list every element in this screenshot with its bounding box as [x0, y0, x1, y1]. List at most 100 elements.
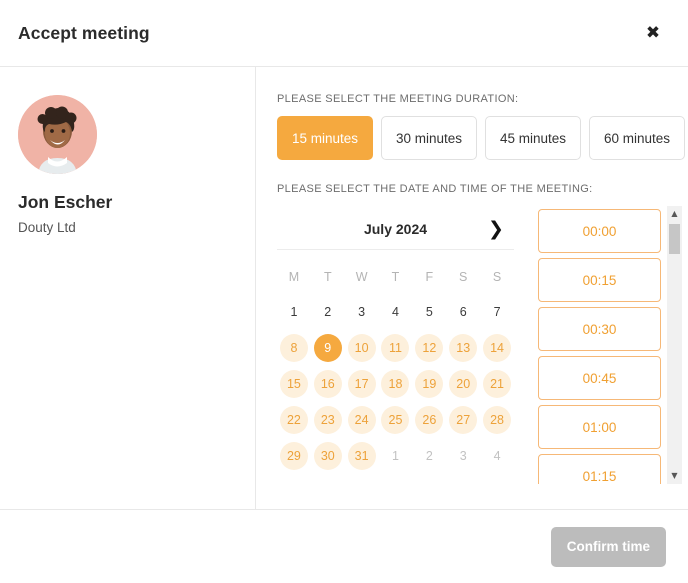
time-slot[interactable]: 00:30: [538, 307, 661, 351]
calendar-day-label: 24: [347, 406, 376, 434]
scrollbar-thumb[interactable]: [669, 224, 680, 254]
calendar-weekday: S: [492, 270, 502, 284]
profile-name: Jon Escher: [18, 192, 113, 212]
calendar-day: 3: [345, 296, 379, 328]
calendar-day-label: 7: [493, 305, 501, 319]
calendar-grid: M T W T F S S 1 2 3 4 5 6 7 8 9 10 11 12 13 14 15 16 17 18 19 20 21…: [277, 262, 514, 472]
calendar-day[interactable]: 19: [412, 368, 446, 400]
calendar-day-label: 2: [324, 305, 332, 319]
calendar-day-label: 25: [381, 406, 410, 434]
calendar-day: 5: [412, 296, 446, 328]
time-slot-list[interactable]: 00:00 00:15 00:30 00:45 01:00 01:15: [532, 206, 667, 484]
profile-company: Douty Ltd: [18, 220, 76, 235]
calendar-day[interactable]: 21: [480, 368, 514, 400]
calendar-day-label: 3: [459, 449, 467, 463]
calendar-day[interactable]: 16: [311, 368, 345, 400]
calendar-day[interactable]: 29: [277, 440, 311, 472]
calendar-day[interactable]: 17: [345, 368, 379, 400]
calendar-day-label: 14: [483, 334, 512, 362]
close-icon[interactable]: ✖: [640, 20, 666, 46]
calendar-day-label: 5: [425, 305, 433, 319]
picker-row: July 2024 ❯ M T W T F S S 1 2 3 4 5 6 7 8 9 10 11 12 13 14 15…: [277, 206, 688, 484]
calendar-day[interactable]: 22: [277, 404, 311, 436]
calendar-day[interactable]: 24: [345, 404, 379, 436]
calendar-day-label: 3: [358, 305, 366, 319]
calendar-day: 1: [277, 296, 311, 328]
time-list-scrollbar[interactable]: ▲ ▼: [667, 206, 682, 484]
duration-option-15[interactable]: 15 minutes: [277, 116, 373, 160]
calendar-day[interactable]: 14: [480, 332, 514, 364]
calendar-day-label: 10: [347, 334, 376, 362]
calendar-day-label: 1: [290, 305, 298, 319]
calendar-day-label: 20: [449, 370, 478, 398]
time-slot[interactable]: 00:15: [538, 258, 661, 302]
calendar: July 2024 ❯ M T W T F S S 1 2 3 4 5 6 7 8 9 10 11 12 13 14 15…: [277, 206, 514, 472]
calendar-day: 7: [480, 296, 514, 328]
scroll-up-arrow-icon[interactable]: ▲: [667, 206, 682, 222]
duration-label: PLEASE SELECT THE MEETING DURATION:: [277, 93, 519, 105]
duration-option-30[interactable]: 30 minutes: [381, 116, 477, 160]
calendar-weekday: T: [391, 270, 400, 284]
calendar-weekday: M: [288, 270, 300, 284]
calendar-day[interactable]: 23: [311, 404, 345, 436]
duration-option-45[interactable]: 45 minutes: [485, 116, 581, 160]
dialog-body: Jon Escher Douty Ltd PLEASE SELECT THE M…: [0, 67, 688, 510]
calendar-day-label: 19: [415, 370, 444, 398]
calendar-day[interactable]: 20: [446, 368, 480, 400]
calendar-day[interactable]: 28: [480, 404, 514, 436]
calendar-weekday: F: [425, 270, 434, 284]
calendar-day[interactable]: 18: [379, 368, 413, 400]
calendar-day-label: 13: [449, 334, 478, 362]
calendar-day-label: 31: [347, 442, 376, 470]
calendar-day[interactable]: 25: [379, 404, 413, 436]
calendar-day-label: 28: [483, 406, 512, 434]
calendar-day: 3: [446, 440, 480, 472]
dialog-header: Accept meeting ✖: [0, 0, 688, 67]
calendar-day[interactable]: 9: [311, 332, 345, 364]
calendar-day[interactable]: 26: [412, 404, 446, 436]
calendar-day[interactable]: 12: [412, 332, 446, 364]
duration-options: 15 minutes 30 minutes 45 minutes 60 minutes: [277, 116, 688, 160]
calendar-day[interactable]: 8: [277, 332, 311, 364]
calendar-day-label: 30: [313, 442, 342, 470]
calendar-month-label: July 2024: [363, 220, 428, 237]
time-slot[interactable]: 00:45: [538, 356, 661, 400]
calendar-day[interactable]: 10: [345, 332, 379, 364]
calendar-day[interactable]: 13: [446, 332, 480, 364]
calendar-day-label: 12: [415, 334, 444, 362]
calendar-day: 6: [446, 296, 480, 328]
confirm-time-button[interactable]: Confirm time: [550, 526, 666, 567]
calendar-day-label: 27: [449, 406, 478, 434]
calendar-day-label: 4: [392, 305, 399, 319]
scroll-down-arrow-icon[interactable]: ▼: [667, 468, 682, 484]
calendar-day: 2: [412, 440, 446, 472]
time-slot[interactable]: 01:00: [538, 405, 661, 449]
time-slot[interactable]: 01:15: [538, 454, 661, 484]
calendar-day-label: 29: [279, 442, 308, 470]
datetime-label: PLEASE SELECT THE DATE AND TIME OF THE M…: [277, 183, 593, 195]
calendar-day-label: 4: [493, 449, 501, 463]
calendar-header: July 2024 ❯: [277, 210, 514, 250]
duration-option-60[interactable]: 60 minutes: [589, 116, 685, 160]
selection-pane: PLEASE SELECT THE MEETING DURATION: 15 m…: [256, 67, 688, 509]
calendar-day[interactable]: 11: [379, 332, 413, 364]
time-slot[interactable]: 00:00: [538, 209, 661, 253]
accept-meeting-dialog: Accept meeting ✖ Jon Escher Douty Ltd PL…: [0, 0, 688, 583]
calendar-day-label: 8: [279, 334, 308, 362]
calendar-weekday: W: [355, 270, 368, 284]
calendar-day[interactable]: 27: [446, 404, 480, 436]
calendar-day[interactable]: 30: [311, 440, 345, 472]
calendar-day: 4: [480, 440, 514, 472]
calendar-day[interactable]: 15: [277, 368, 311, 400]
calendar-day-label: 26: [415, 406, 444, 434]
chevron-right-icon[interactable]: ❯: [484, 218, 508, 242]
calendar-day[interactable]: 31: [345, 440, 379, 472]
calendar-day: 2: [311, 296, 345, 328]
profile-pane: Jon Escher Douty Ltd: [0, 67, 256, 509]
calendar-day-label: 11: [381, 334, 410, 362]
calendar-day: 1: [379, 440, 413, 472]
dialog-footer: Confirm time: [0, 510, 688, 583]
avatar: [18, 95, 97, 174]
calendar-day-label: 6: [459, 305, 467, 319]
calendar-day-label: 18: [381, 370, 410, 398]
